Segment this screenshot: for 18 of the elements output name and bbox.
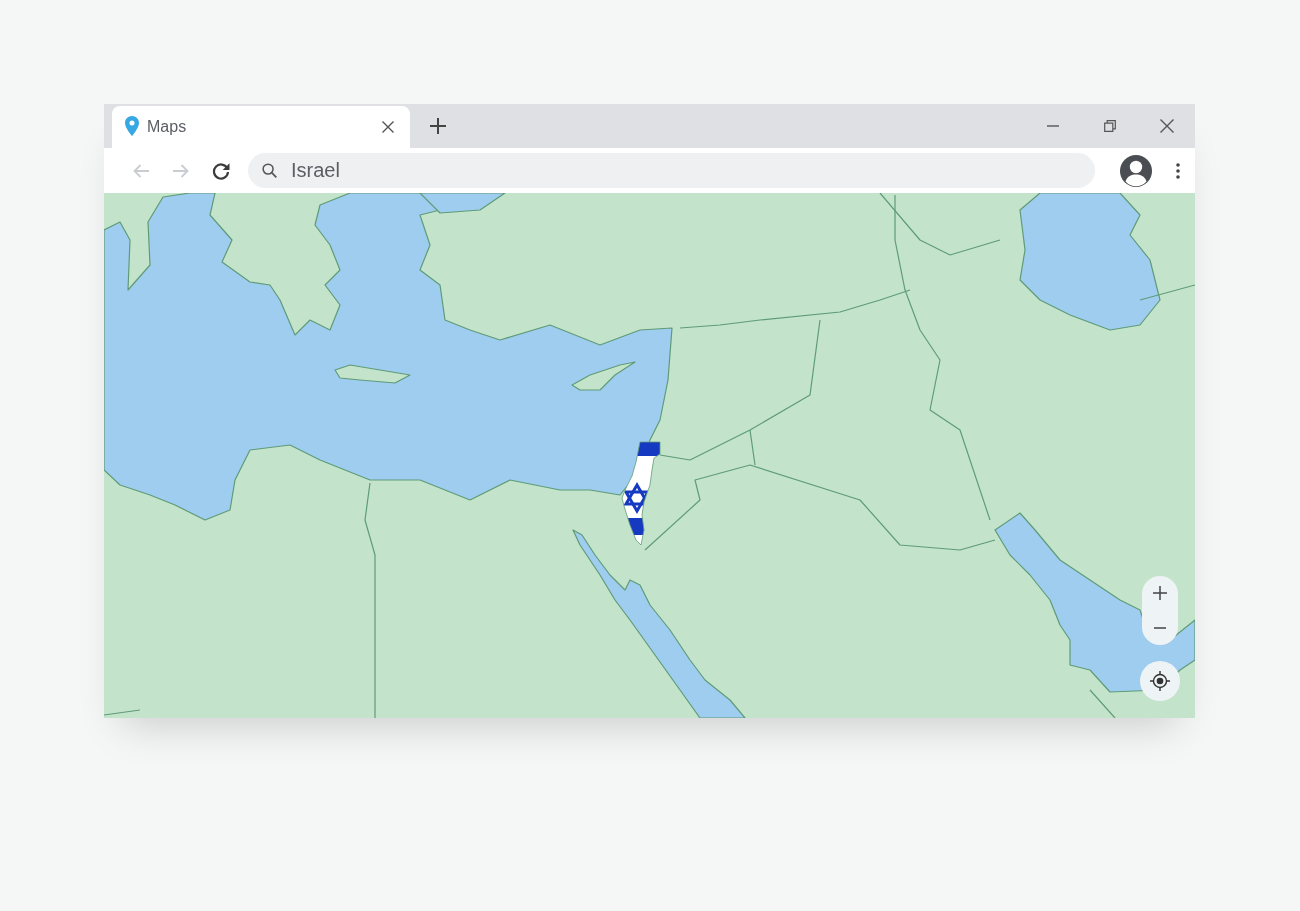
restore-icon [1103, 120, 1116, 132]
map-pin-icon [125, 116, 139, 136]
tab[interactable]: Maps [112, 106, 410, 148]
reload-icon [212, 161, 230, 180]
profile-button[interactable] [1119, 153, 1153, 188]
user-avatar-icon [1119, 153, 1153, 188]
plus-icon [1153, 586, 1167, 601]
minimize-icon [1046, 125, 1059, 127]
crosshair-icon [1150, 671, 1170, 691]
close-icon [382, 121, 394, 133]
close-icon [1159, 119, 1174, 133]
arrow-left-icon [133, 163, 149, 178]
search-icon [262, 163, 277, 178]
address-bar[interactable]: Israel [248, 153, 1095, 188]
minus-icon [1154, 626, 1166, 629]
arrow-right-icon [173, 163, 189, 178]
plus-icon [430, 118, 446, 134]
menu-icon [1176, 162, 1180, 179]
